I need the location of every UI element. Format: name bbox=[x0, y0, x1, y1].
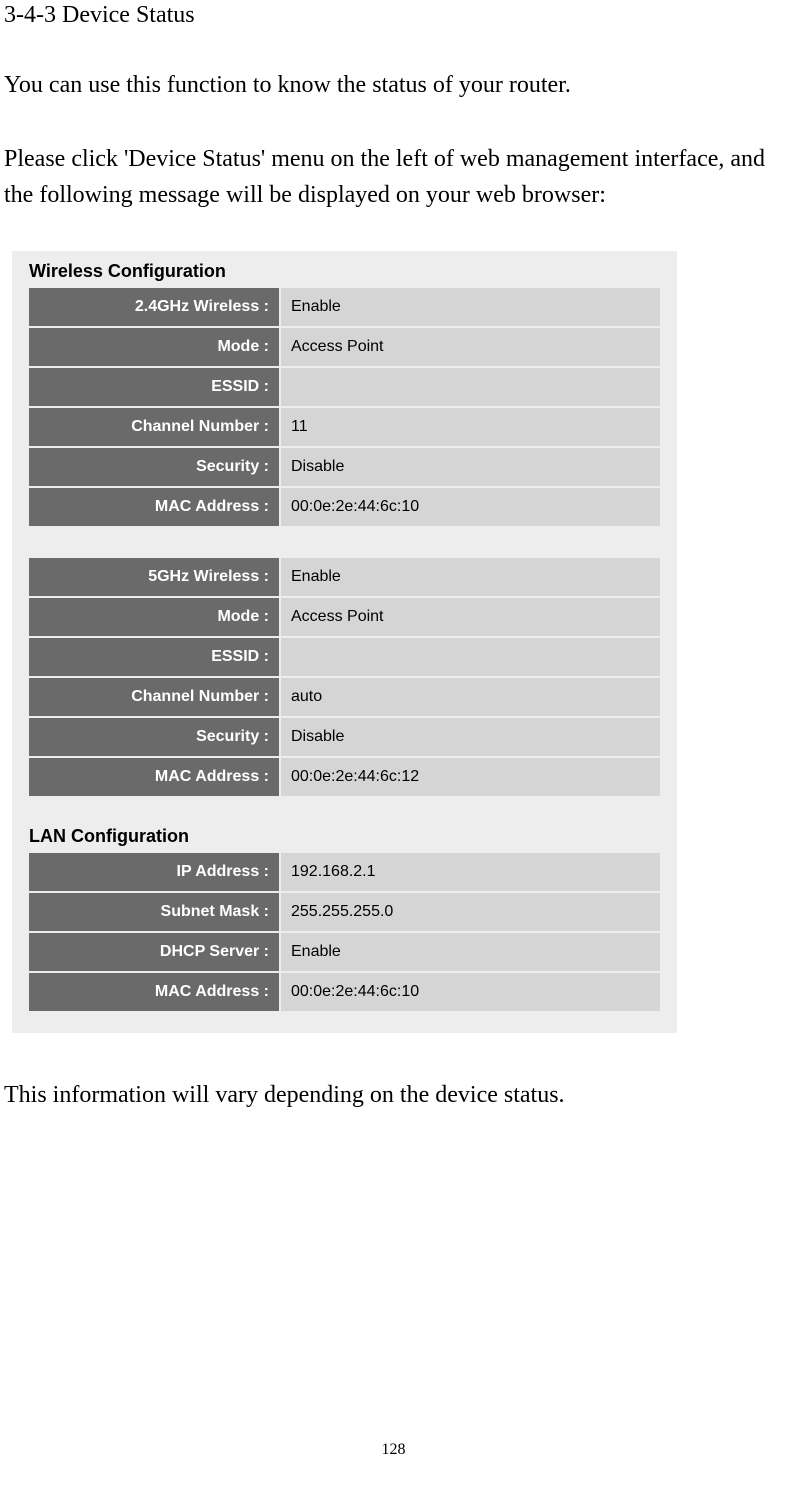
lan-config-header: LAN Configuration bbox=[29, 826, 662, 847]
table-row: Channel Number : 11 bbox=[29, 408, 660, 446]
page-number: 128 bbox=[0, 1441, 787, 1459]
value-5ghz-channel: auto bbox=[281, 678, 660, 716]
label-24ghz-channel: Channel Number : bbox=[29, 408, 279, 446]
value-5ghz-essid bbox=[281, 638, 660, 676]
wireless-5ghz-table: 5GHz Wireless : Enable Mode : Access Poi… bbox=[27, 556, 662, 798]
value-lan-ip: 192.168.2.1 bbox=[281, 853, 660, 891]
table-row: ESSID : bbox=[29, 638, 660, 676]
value-5ghz-wireless: Enable bbox=[281, 558, 660, 596]
label-24ghz-security: Security : bbox=[29, 448, 279, 486]
label-5ghz-mode: Mode : bbox=[29, 598, 279, 636]
label-5ghz-mac: MAC Address : bbox=[29, 758, 279, 796]
table-row: Security : Disable bbox=[29, 718, 660, 756]
table-row: Channel Number : auto bbox=[29, 678, 660, 716]
label-24ghz-mac: MAC Address : bbox=[29, 488, 279, 526]
closing-text: This information will vary depending on … bbox=[4, 1077, 783, 1113]
table-row: MAC Address : 00:0e:2e:44:6c:10 bbox=[29, 488, 660, 526]
label-lan-ip: IP Address : bbox=[29, 853, 279, 891]
table-row: ESSID : bbox=[29, 368, 660, 406]
value-24ghz-channel: 11 bbox=[281, 408, 660, 446]
value-5ghz-security: Disable bbox=[281, 718, 660, 756]
label-5ghz-channel: Channel Number : bbox=[29, 678, 279, 716]
wireless-config-header: Wireless Configuration bbox=[29, 261, 662, 282]
label-lan-dhcp: DHCP Server : bbox=[29, 933, 279, 971]
table-row: MAC Address : 00:0e:2e:44:6c:12 bbox=[29, 758, 660, 796]
value-lan-subnet: 255.255.255.0 bbox=[281, 893, 660, 931]
label-24ghz-essid: ESSID : bbox=[29, 368, 279, 406]
table-row: IP Address : 192.168.2.1 bbox=[29, 853, 660, 891]
table-row: 2.4GHz Wireless : Enable bbox=[29, 288, 660, 326]
value-24ghz-mode: Access Point bbox=[281, 328, 660, 366]
instruction-text: Please click 'Device Status' menu on the… bbox=[4, 141, 783, 213]
value-5ghz-mac: 00:0e:2e:44:6c:12 bbox=[281, 758, 660, 796]
value-5ghz-mode: Access Point bbox=[281, 598, 660, 636]
table-row: Subnet Mask : 255.255.255.0 bbox=[29, 893, 660, 931]
label-24ghz-mode: Mode : bbox=[29, 328, 279, 366]
label-24ghz-wireless: 2.4GHz Wireless : bbox=[29, 288, 279, 326]
label-5ghz-wireless: 5GHz Wireless : bbox=[29, 558, 279, 596]
table-row: 5GHz Wireless : Enable bbox=[29, 558, 660, 596]
value-24ghz-mac: 00:0e:2e:44:6c:10 bbox=[281, 488, 660, 526]
intro-text: You can use this function to know the st… bbox=[4, 67, 783, 103]
table-row: Mode : Access Point bbox=[29, 598, 660, 636]
router-config-screenshot: Wireless Configuration 2.4GHz Wireless :… bbox=[12, 251, 677, 1033]
value-lan-dhcp: Enable bbox=[281, 933, 660, 971]
value-lan-mac: 00:0e:2e:44:6c:10 bbox=[281, 973, 660, 1011]
table-row: MAC Address : 00:0e:2e:44:6c:10 bbox=[29, 973, 660, 1011]
wireless-24ghz-table: 2.4GHz Wireless : Enable Mode : Access P… bbox=[27, 286, 662, 528]
table-row: Mode : Access Point bbox=[29, 328, 660, 366]
label-lan-subnet: Subnet Mask : bbox=[29, 893, 279, 931]
value-24ghz-wireless: Enable bbox=[281, 288, 660, 326]
lan-config-table: IP Address : 192.168.2.1 Subnet Mask : 2… bbox=[27, 851, 662, 1013]
value-24ghz-security: Disable bbox=[281, 448, 660, 486]
label-5ghz-essid: ESSID : bbox=[29, 638, 279, 676]
label-lan-mac: MAC Address : bbox=[29, 973, 279, 1011]
table-row: Security : Disable bbox=[29, 448, 660, 486]
value-24ghz-essid bbox=[281, 368, 660, 406]
label-5ghz-security: Security : bbox=[29, 718, 279, 756]
section-title: 3-4-3 Device Status bbox=[4, 2, 783, 29]
table-row: DHCP Server : Enable bbox=[29, 933, 660, 971]
